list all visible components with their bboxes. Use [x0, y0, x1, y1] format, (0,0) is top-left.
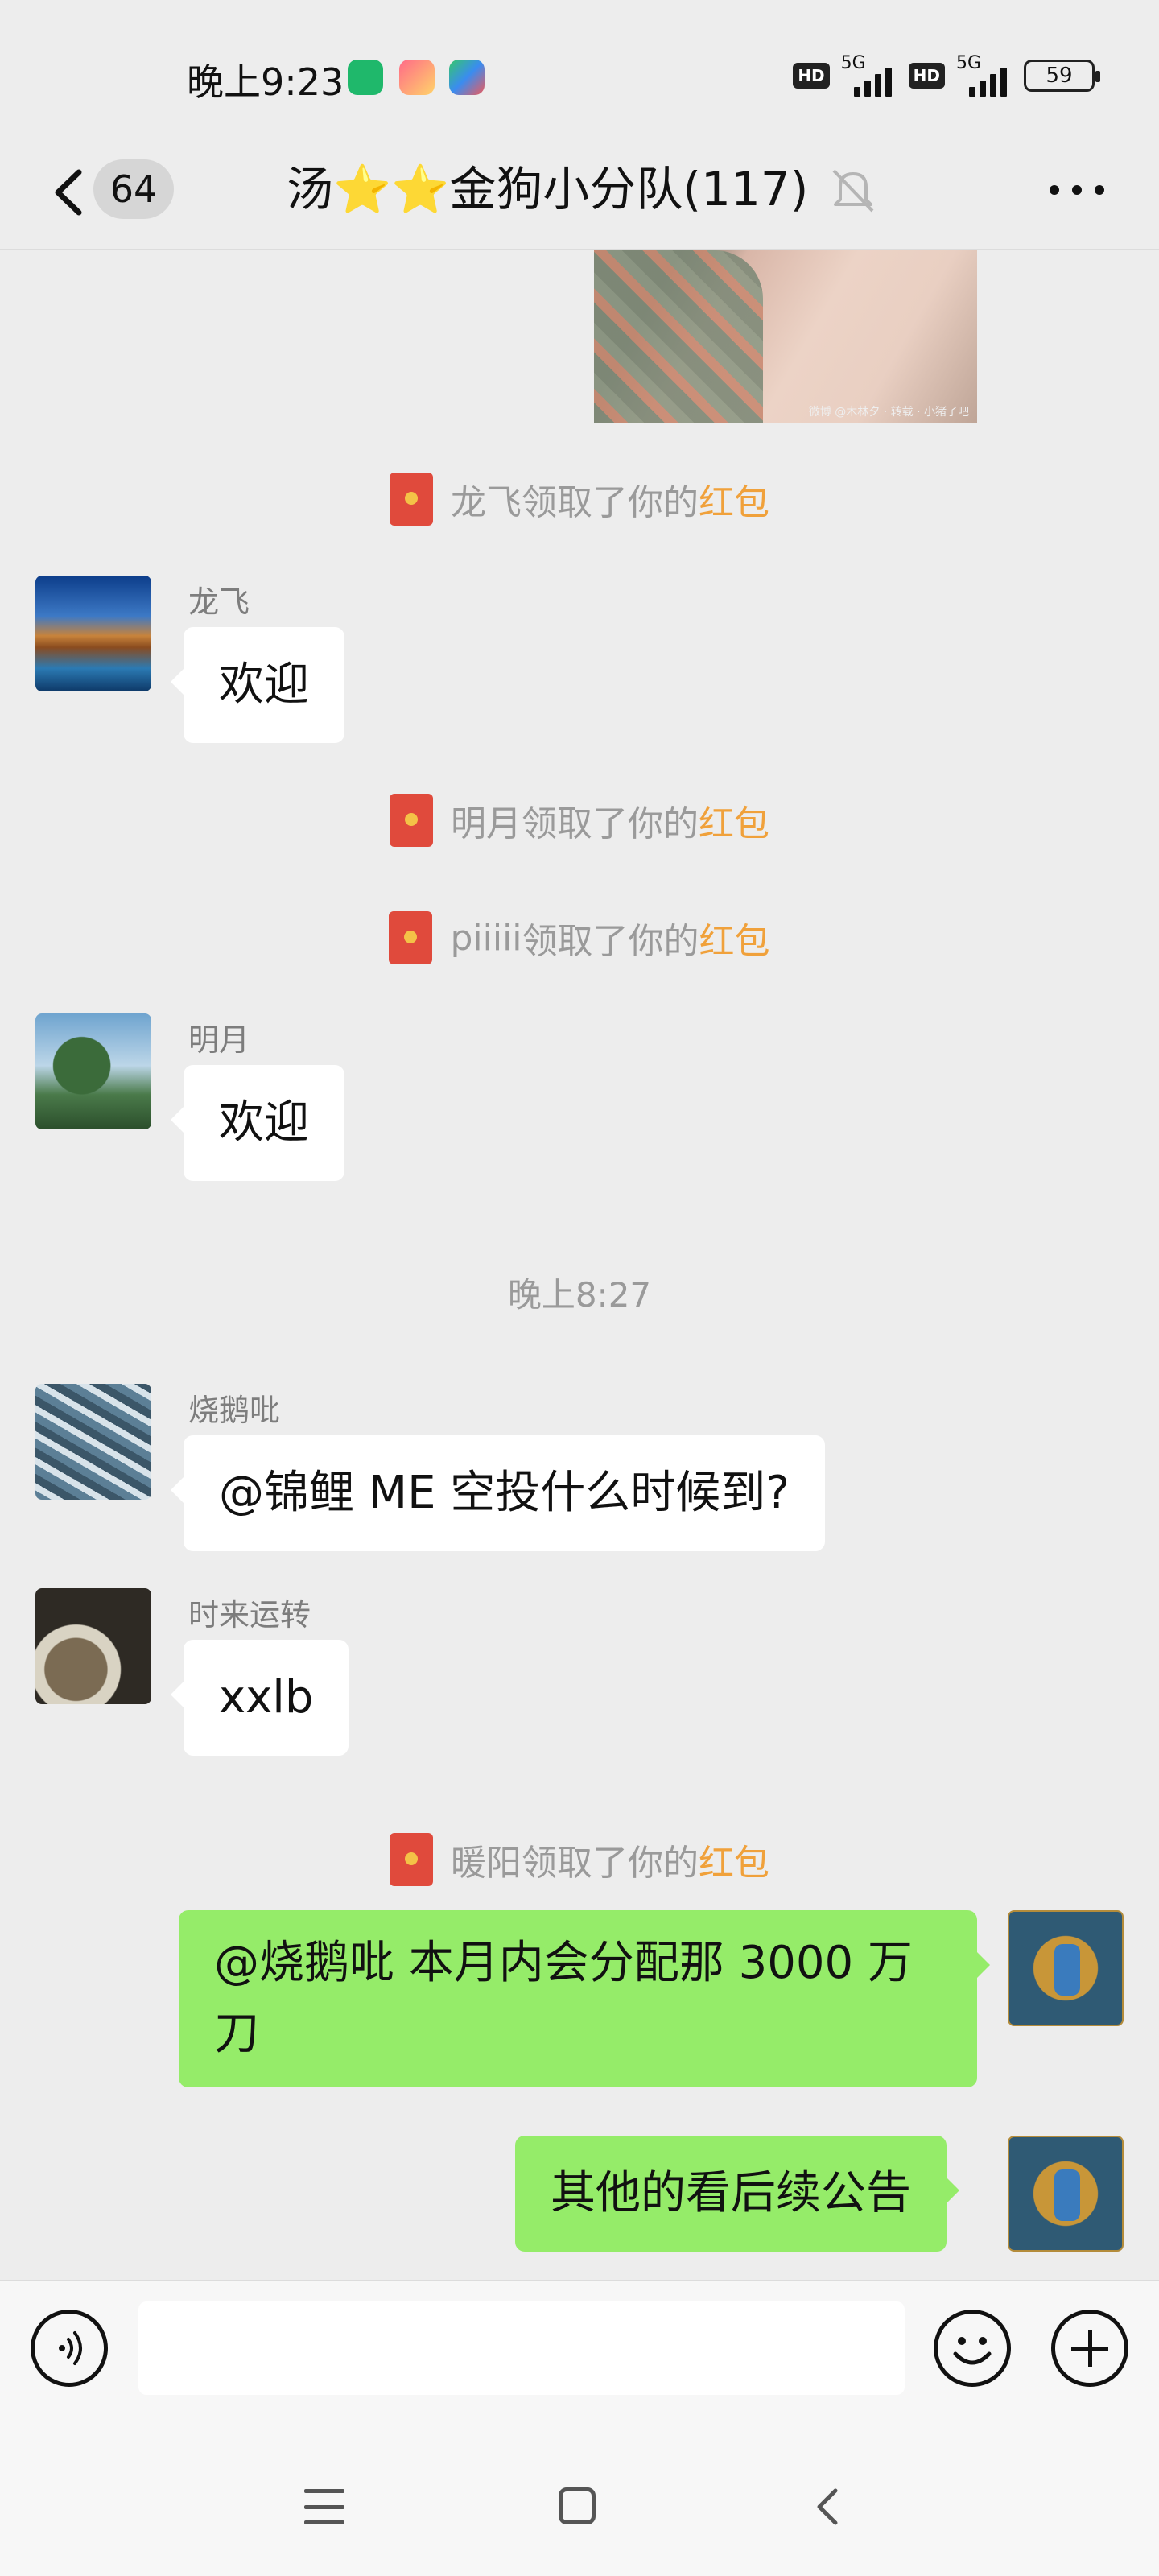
message-bubble[interactable]: xxlb: [170, 1640, 349, 1756]
red-packet-link[interactable]: 红包: [699, 1834, 769, 1885]
notice-text: 领取了你的: [522, 921, 699, 962]
game-app-icon: [449, 60, 485, 95]
notice-name: 明月: [451, 803, 522, 844]
red-packet-notice: 龙飞 领取了你的 红包: [0, 471, 1159, 527]
avatar[interactable]: [35, 1013, 151, 1129]
battery-icon: 59: [1024, 60, 1100, 92]
red-packet-icon: [390, 794, 433, 847]
signal-area: HD 5G HD 5G 59: [793, 53, 1100, 98]
notice-text: 领取了你的: [522, 1843, 699, 1884]
red-packet-link[interactable]: 红包: [699, 912, 770, 964]
chat-area[interactable]: 微博 @木林夕 · 转载 · 小猪了吧 龙飞 领取了你的 红包 龙飞 欢迎 明月 领取…: [0, 250, 1159, 2279]
my-message-bubble[interactable]: @烧鹅吡 本月内会分配那 3000 万刀: [179, 1910, 990, 2087]
red-packet-icon: [390, 473, 433, 526]
red-packet-notice: 明月 领取了你的 红包: [0, 792, 1159, 848]
notice-text: 领取了你的: [522, 803, 699, 844]
photo-watermark: 微博 @木林夕 · 转载 · 小猪了吧: [808, 406, 969, 419]
notice-name: piiiii: [450, 917, 522, 959]
chat-title[interactable]: 汤⭐⭐金狗小分队(117): [287, 153, 808, 225]
shield-app-icon: [348, 60, 383, 95]
red-packet-notice: piiiii 领取了你的 红包: [0, 910, 1159, 966]
message-input[interactable]: [138, 2301, 905, 2395]
gallery-app-icon: [399, 60, 435, 95]
red-packet-link[interactable]: 红包: [699, 795, 769, 846]
avatar[interactable]: [35, 1384, 151, 1500]
red-packet-icon: [390, 1833, 433, 1886]
unread-count-badge[interactable]: 64: [93, 159, 174, 219]
status-time: 晚上9:23: [187, 60, 344, 104]
voice-icon[interactable]: [31, 2310, 108, 2387]
sender-name: 时来运转: [188, 1597, 311, 1633]
timestamp: 晚上8:27: [507, 1275, 652, 1315]
message-bubble[interactable]: 欢迎: [171, 627, 344, 743]
image-message[interactable]: 微博 @木林夕 · 转载 · 小猪了吧: [594, 250, 977, 423]
status-bar: 晚上9:23 HD 5G HD 5G 59: [0, 0, 1159, 145]
notice-name: 暖阳: [451, 1843, 522, 1884]
my-message-bubble[interactable]: 其他的看后续公告: [515, 2136, 959, 2252]
sender-name: 烧鹅吡: [188, 1393, 281, 1428]
red-packet-icon: [389, 911, 433, 964]
notice-text: 领取了你的: [522, 482, 699, 523]
sender-name: 龙飞: [188, 584, 250, 620]
battery-level: 59: [1046, 64, 1073, 88]
red-packet-link[interactable]: 红包: [699, 473, 769, 525]
hd-badge: HD: [793, 63, 830, 89]
plus-icon[interactable]: [1051, 2310, 1128, 2387]
signal-icon: 5G: [841, 53, 897, 98]
red-packet-notice: 暖阳 领取了你的 红包: [0, 1831, 1159, 1888]
more-icon[interactable]: [1050, 174, 1104, 206]
input-bar: [0, 2280, 1159, 2415]
emoji-icon[interactable]: [934, 2310, 1011, 2387]
nav-home-icon[interactable]: [559, 2487, 596, 2524]
nav-menu-icon[interactable]: [304, 2489, 344, 2524]
hd-badge-2: HD: [908, 63, 945, 89]
chat-header: 64 汤⭐⭐金狗小分队(117): [0, 145, 1159, 250]
mute-bell-icon: [832, 169, 874, 213]
avatar[interactable]: [35, 576, 151, 691]
system-nav-bar: [0, 2415, 1159, 2576]
sender-name: 明月: [188, 1022, 250, 1058]
nav-back-icon[interactable]: [808, 2486, 848, 2528]
my-avatar[interactable]: [1008, 1910, 1124, 2026]
avatar[interactable]: [35, 1588, 151, 1704]
notice-name: 龙飞: [451, 482, 522, 523]
message-bubble[interactable]: 欢迎: [171, 1065, 344, 1181]
message-bubble[interactable]: @锦鲤 ME 空投什么时候到?: [170, 1435, 826, 1551]
my-avatar[interactable]: [1008, 2136, 1124, 2252]
signal-icon-2: 5G: [956, 53, 1013, 98]
back-arrow-icon[interactable]: [47, 156, 95, 229]
